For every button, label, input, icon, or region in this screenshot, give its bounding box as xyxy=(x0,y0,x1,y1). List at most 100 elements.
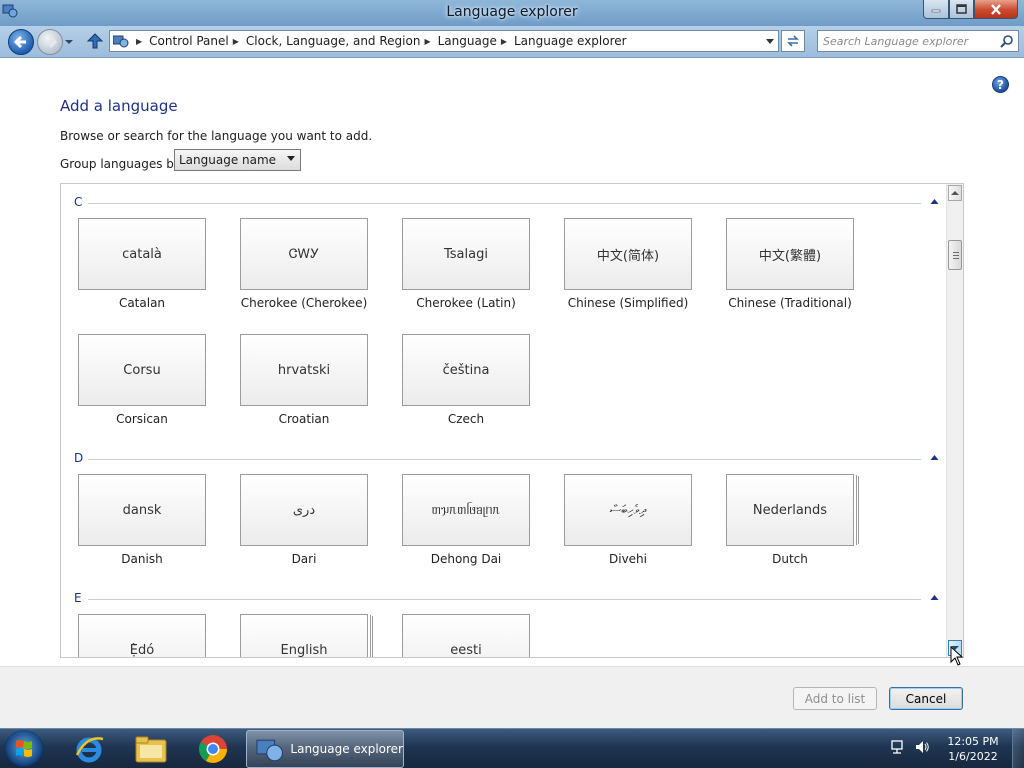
help-icon[interactable]: ? xyxy=(992,76,1009,93)
language-native-name[interactable]: English xyxy=(240,614,368,657)
windows-logo-icon xyxy=(16,740,32,757)
recent-pages-dropdown-icon[interactable] xyxy=(65,38,73,46)
language-name: Dari xyxy=(291,552,317,566)
language-native-name[interactable]: 中文(简体) xyxy=(564,218,692,290)
language-native-name[interactable]: Corsu xyxy=(78,334,206,406)
scroll-thumb[interactable] xyxy=(948,240,962,270)
language-tile-dutch[interactable]: Nederlands Dutch xyxy=(709,474,869,579)
language-tile-dari[interactable]: درى Dari xyxy=(223,474,383,579)
language-native-name[interactable]: Ẹ̀dó xyxy=(78,614,206,657)
language-tile-divehi[interactable]: ދިވެހިބަސް Divehi xyxy=(547,474,707,579)
maximize-button[interactable] xyxy=(949,0,974,19)
language-name: Chinese (Simplified) xyxy=(567,296,689,310)
language-tile-chinese-simplified[interactable]: 中文(简体) Chinese (Simplified) xyxy=(547,218,707,323)
taskbar-chrome[interactable] xyxy=(188,732,238,766)
language-tile-dehong-dai[interactable]: ᥖᥭᥰᥖᥬᥳᥑᥨᥒᥰ Dehong Dai xyxy=(385,474,545,579)
language-native-name[interactable]: ᥖᥭᥰᥖᥬᥳᥑᥨᥒᥰ xyxy=(402,474,530,546)
language-tile-edo[interactable]: Ẹ̀dó xyxy=(61,614,221,657)
language-tile-catalan[interactable]: català Catalan xyxy=(61,218,221,323)
window-title: Language explorer xyxy=(446,4,578,20)
section-header-d: D xyxy=(61,451,941,467)
scroll-up-button[interactable] xyxy=(948,185,962,201)
language-native-name[interactable]: eesti xyxy=(402,614,530,657)
language-name: Chinese (Traditional) xyxy=(728,296,852,310)
language-name: Croatian xyxy=(278,412,330,426)
title-bar: Language explorer xyxy=(0,0,1024,26)
address-dropdown-icon[interactable] xyxy=(764,35,776,47)
clock-date: 1/6/2022 xyxy=(948,750,998,763)
language-tile-danish[interactable]: dansk Danish xyxy=(61,474,221,579)
group-by-select[interactable]: Language name xyxy=(174,149,301,171)
forward-button[interactable] xyxy=(37,29,63,55)
taskbar-language-explorer[interactable]: Language explorer xyxy=(246,730,404,768)
language-tile-czech[interactable]: čeština Czech xyxy=(385,334,545,439)
section-letter: E xyxy=(74,591,82,605)
address-bar[interactable]: ▶ Control Panel ▶ Clock, Language, and R… xyxy=(109,30,779,52)
up-level-icon[interactable] xyxy=(86,32,104,50)
minimize-icon xyxy=(931,9,941,13)
collapse-section-icon[interactable] xyxy=(930,454,939,461)
breadcrumb-chevron-icon[interactable]: ▶ xyxy=(136,37,142,46)
breadcrumb: ▶ Control Panel ▶ Clock, Language, and R… xyxy=(132,34,627,48)
volume-icon[interactable] xyxy=(914,739,930,755)
breadcrumb-chevron-icon[interactable]: ▶ xyxy=(501,37,507,46)
taskbar-file-explorer[interactable] xyxy=(126,732,176,766)
language-native-name[interactable]: 中文(繁體) xyxy=(726,218,854,290)
close-button[interactable] xyxy=(974,0,1018,19)
language-list: C català Catalan ᏣᎳᎩ Cherokee (Cherokee)… xyxy=(60,183,964,658)
network-icon[interactable] xyxy=(890,739,906,755)
minimize-button[interactable] xyxy=(923,0,949,19)
breadcrumb-chevron-icon[interactable]: ▶ xyxy=(424,37,430,46)
show-desktop-button[interactable] xyxy=(1012,729,1024,768)
group-by-label: Group languages by: xyxy=(60,157,185,171)
language-tile-croatian[interactable]: hrvatski Croatian xyxy=(223,334,383,439)
breadcrumb-language[interactable]: Language xyxy=(438,34,497,48)
breadcrumb-chevron-icon[interactable]: ▶ xyxy=(233,37,239,46)
clock-time: 12:05 PM xyxy=(947,735,999,748)
refresh-icon xyxy=(787,35,799,47)
taskbar-internet-explorer[interactable] xyxy=(64,732,114,766)
search-input[interactable] xyxy=(818,31,988,51)
language-tile-cherokee-cherokee[interactable]: ᏣᎳᎩ Cherokee (Cherokee) xyxy=(223,218,383,323)
breadcrumb-control-panel[interactable]: Control Panel xyxy=(149,34,229,48)
language-native-name[interactable]: català xyxy=(78,218,206,290)
language-native-name[interactable]: درى xyxy=(240,474,368,546)
refresh-button[interactable] xyxy=(781,30,805,52)
language-native-name[interactable]: hrvatski xyxy=(240,334,368,406)
search-icon[interactable] xyxy=(1000,34,1014,48)
language-native-name[interactable]: ދިވެހިބަސް xyxy=(564,474,692,546)
folder-icon xyxy=(135,736,167,763)
page-description: Browse or search for the language you wa… xyxy=(60,129,373,143)
search-box[interactable] xyxy=(817,30,1019,52)
back-button[interactable] xyxy=(8,29,34,55)
navigation-bar: ▶ Control Panel ▶ Clock, Language, and R… xyxy=(0,26,1024,58)
cancel-button[interactable]: Cancel xyxy=(889,687,963,710)
language-tile-english[interactable]: English xyxy=(223,614,383,657)
language-native-name[interactable]: čeština xyxy=(402,334,530,406)
start-button[interactable] xyxy=(4,730,44,768)
language-tile-cherokee-latin[interactable]: Tsalagi Cherokee (Latin) xyxy=(385,218,545,323)
language-native-name[interactable]: ᏣᎳᎩ xyxy=(240,218,368,290)
language-native-name[interactable]: Tsalagi xyxy=(402,218,530,290)
maximize-icon xyxy=(956,4,967,14)
language-name: Divehi xyxy=(609,552,647,566)
clock[interactable]: 12:05 PM 1/6/2022 xyxy=(938,734,1008,764)
language-tile-chinese-traditional[interactable]: 中文(繁體) Chinese (Traditional) xyxy=(709,218,869,323)
language-name: Dehong Dai xyxy=(430,552,502,566)
dropdown-arrow-icon xyxy=(287,156,295,161)
forward-arrow-icon xyxy=(45,35,58,49)
language-tile-corsican[interactable]: Corsu Corsican xyxy=(61,334,221,439)
control-panel-location-icon xyxy=(110,31,132,51)
language-native-name[interactable]: dansk xyxy=(78,474,206,546)
collapse-section-icon[interactable] xyxy=(930,594,939,601)
add-to-list-button[interactable]: Add to list xyxy=(793,687,877,710)
taskbar-task-label: Language explorer xyxy=(290,742,403,756)
language-native-name[interactable]: Nederlands xyxy=(726,474,854,546)
collapse-section-icon[interactable] xyxy=(930,198,939,205)
breadcrumb-clock-language-region[interactable]: Clock, Language, and Region xyxy=(246,34,421,48)
language-name: Dutch xyxy=(772,552,808,566)
section-header-c: C xyxy=(61,195,941,211)
breadcrumb-language-explorer[interactable]: Language explorer xyxy=(514,34,627,48)
vertical-scrollbar[interactable] xyxy=(946,184,963,657)
language-tile-estonian[interactable]: eesti xyxy=(385,614,545,657)
